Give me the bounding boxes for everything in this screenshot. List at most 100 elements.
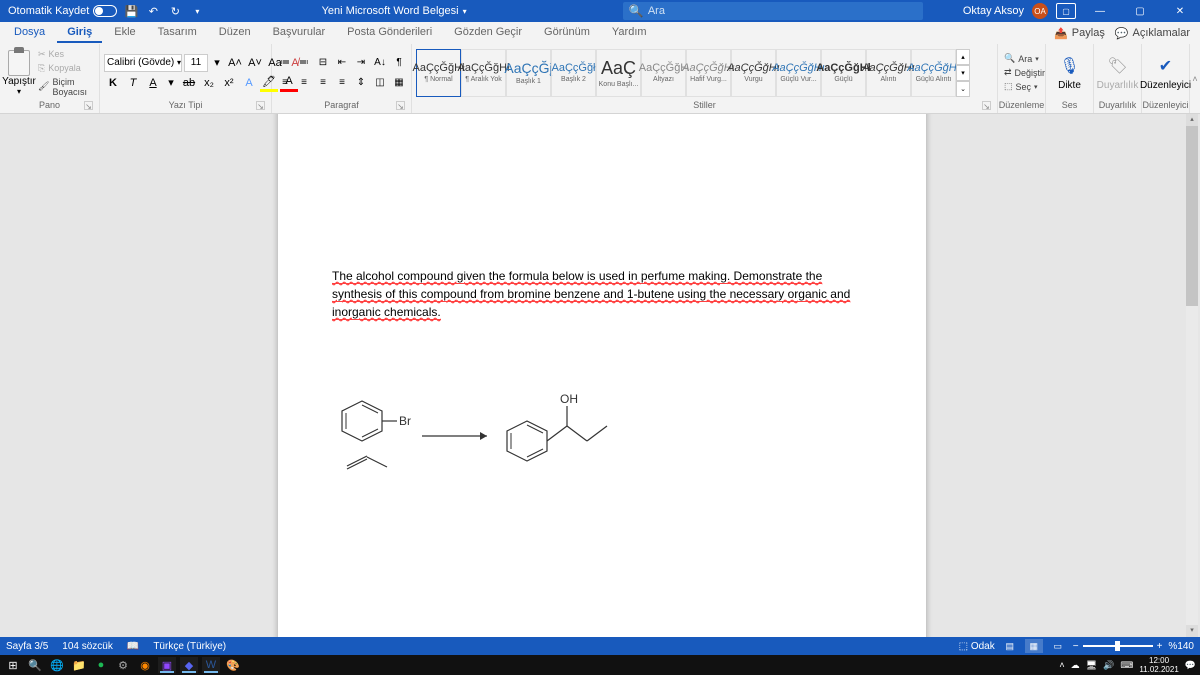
font-name-dropdown[interactable]: Calibri (Gövde)▾ <box>104 54 182 72</box>
font-size-arrow-icon[interactable]: ▾ <box>210 54 224 72</box>
share-button[interactable]: 📤 Paylaş <box>1054 27 1105 40</box>
style-emphasis[interactable]: AaÇçĞğHıVurgu <box>731 49 776 97</box>
bullets-button[interactable]: ≔ <box>276 54 294 72</box>
taskbar-explorer-icon[interactable]: 📁 <box>70 657 88 673</box>
tray-cloud-icon[interactable]: ☁ <box>1071 660 1080 671</box>
document-content[interactable]: The alcohol compound given the formula b… <box>332 267 852 511</box>
replace-button[interactable]: ⇄Değiştir <box>1002 66 1047 79</box>
paste-button[interactable]: Yapıştır ▾ <box>4 50 34 96</box>
autosave-toggle[interactable]: Otomatik Kaydet <box>8 5 117 17</box>
tray-clock[interactable]: 12:00 11.02.2021 <box>1139 656 1178 674</box>
tray-lang-icon[interactable]: ⌨ <box>1120 660 1133 671</box>
tab-view[interactable]: Görünüm <box>534 23 600 43</box>
taskbar-edge-icon[interactable]: 🌐 <box>48 657 66 673</box>
align-right-button[interactable]: ≡ <box>314 74 332 92</box>
vertical-scrollbar[interactable]: ▴ ▾ <box>1186 114 1198 637</box>
format-painter-button[interactable]: 🖌Biçim Boyacısı <box>36 76 95 98</box>
show-marks-button[interactable]: ¶ <box>390 54 408 72</box>
search-box[interactable]: 🔍 Ara <box>623 2 923 20</box>
tab-review[interactable]: Gözden Geçir <box>444 23 532 43</box>
language-info[interactable]: Türkçe (Türkiye) <box>153 641 226 652</box>
page[interactable]: The alcohol compound given the formula b… <box>278 114 926 637</box>
text-effects-button[interactable]: A <box>240 74 258 92</box>
word-count[interactable]: 104 sözcük <box>62 641 113 652</box>
scroll-thumb[interactable] <box>1186 126 1198 306</box>
tab-file[interactable]: Dosya <box>4 23 55 43</box>
style-intense-emphasis[interactable]: AaÇçĞğHıGüçlü Vur... <box>776 49 821 97</box>
bold-button[interactable]: K <box>104 74 122 92</box>
redo-icon[interactable]: ↻ <box>167 3 183 19</box>
close-button[interactable]: ✕ <box>1164 0 1196 22</box>
page-info[interactable]: Sayfa 3/5 <box>6 641 48 652</box>
taskbar-paint-icon[interactable]: 🎨 <box>224 657 242 673</box>
scroll-track[interactable] <box>1186 126 1198 625</box>
tray-network-icon[interactable]: 🖥 <box>1086 660 1097 671</box>
numbering-button[interactable]: ≕ <box>295 54 313 72</box>
start-button[interactable]: ⊞ <box>4 657 22 673</box>
cut-button[interactable]: ✂Kes <box>36 48 95 61</box>
style-subtitle[interactable]: AaÇçĞğHAltyazı <box>641 49 686 97</box>
customize-qat-icon[interactable]: ▾ <box>189 3 205 19</box>
style-subtle-emphasis[interactable]: AaÇçĞğHıHafif Vurg... <box>686 49 731 97</box>
tab-references[interactable]: Başvurular <box>263 23 336 43</box>
focus-button[interactable]: ⬚ Odak <box>959 641 995 652</box>
taskbar-steam-icon[interactable]: ⚙ <box>114 657 132 673</box>
style-intense-quote[interactable]: AaÇçĞğHıGüçlü Alıntı <box>911 49 956 97</box>
taskbar-discord-icon[interactable]: ◆ <box>180 657 198 673</box>
decrease-indent-button[interactable]: ⇤ <box>333 54 351 72</box>
increase-font-button[interactable]: A˄ <box>226 54 244 72</box>
underline-dropdown-icon[interactable]: ▾ <box>164 74 178 92</box>
style-heading2[interactable]: AaÇçĞğłBaşlık 2 <box>551 49 596 97</box>
styles-launcher-icon[interactable]: ↘ <box>982 101 991 110</box>
clipboard-launcher-icon[interactable]: ↘ <box>84 101 93 110</box>
style-quote[interactable]: AaÇçĞğHıAlıntı <box>866 49 911 97</box>
align-left-button[interactable]: ≡ <box>276 74 294 92</box>
paragraph-launcher-icon[interactable]: ↘ <box>396 101 405 110</box>
undo-icon[interactable]: ↶ <box>145 3 161 19</box>
justify-button[interactable]: ≡ <box>333 74 351 92</box>
collapse-ribbon-button[interactable]: ˄ <box>1190 44 1200 113</box>
zoom-slider[interactable]: − + <box>1073 641 1163 652</box>
ribbon-display-options-icon[interactable]: ▢ <box>1056 3 1076 19</box>
zoom-in-button[interactable]: + <box>1157 641 1163 652</box>
strikethrough-button[interactable]: ab <box>180 74 198 92</box>
comments-button[interactable]: 💬 Açıklamalar <box>1115 27 1190 40</box>
user-avatar[interactable]: OA <box>1032 3 1048 19</box>
font-size-dropdown[interactable]: 11 <box>184 54 208 72</box>
paste-dropdown-icon[interactable]: ▾ <box>17 87 21 96</box>
scroll-down-icon[interactable]: ▾ <box>1186 625 1198 637</box>
tab-layout[interactable]: Düzen <box>209 23 261 43</box>
tab-mailings[interactable]: Posta Gönderileri <box>337 23 442 43</box>
tab-home[interactable]: Giriş <box>57 23 102 43</box>
styles-up-button[interactable]: ▴ <box>956 49 970 65</box>
taskbar-word-icon[interactable]: W <box>202 657 220 673</box>
style-strong[interactable]: AaÇçĞğHłGüçlü <box>821 49 866 97</box>
style-no-spacing[interactable]: AaÇçĞğHł¶ Aralık Yok <box>461 49 506 97</box>
taskbar-spotify-icon[interactable]: ● <box>92 657 110 673</box>
style-title[interactable]: AaÇKonu Başlı... <box>596 49 641 97</box>
line-spacing-button[interactable]: ⇕ <box>352 74 370 92</box>
zoom-track[interactable] <box>1083 645 1153 647</box>
title-dropdown-icon[interactable]: ▾ <box>463 7 467 16</box>
sort-button[interactable]: A↓ <box>371 54 389 72</box>
align-center-button[interactable]: ≡ <box>295 74 313 92</box>
print-layout-button[interactable]: ▦ <box>1025 639 1043 653</box>
read-mode-button[interactable]: ▤ <box>1001 639 1019 653</box>
italic-button[interactable]: T <box>124 74 142 92</box>
taskbar-twitch-icon[interactable]: ▣ <box>158 657 176 673</box>
tray-notifications-icon[interactable]: 💬 <box>1185 660 1196 671</box>
multilevel-list-button[interactable]: ⊟ <box>314 54 332 72</box>
tray-chevron-icon[interactable]: ˄ <box>1059 660 1064 670</box>
tab-insert[interactable]: Ekle <box>104 23 145 43</box>
dictate-button[interactable]: Dikte <box>1058 80 1081 91</box>
maximize-button[interactable]: ▢ <box>1124 0 1156 22</box>
toggle-switch[interactable] <box>93 5 117 17</box>
superscript-button[interactable]: x² <box>220 74 238 92</box>
select-button[interactable]: ⬚Seç▾ <box>1002 80 1047 93</box>
subscript-button[interactable]: x₂ <box>200 74 218 92</box>
borders-button[interactable]: ▦ <box>390 74 408 92</box>
taskbar-app-icon[interactable]: ◉ <box>136 657 154 673</box>
taskbar-search-icon[interactable]: 🔍 <box>26 657 44 673</box>
zoom-out-button[interactable]: − <box>1073 641 1079 652</box>
styles-down-button[interactable]: ▾ <box>956 65 970 81</box>
